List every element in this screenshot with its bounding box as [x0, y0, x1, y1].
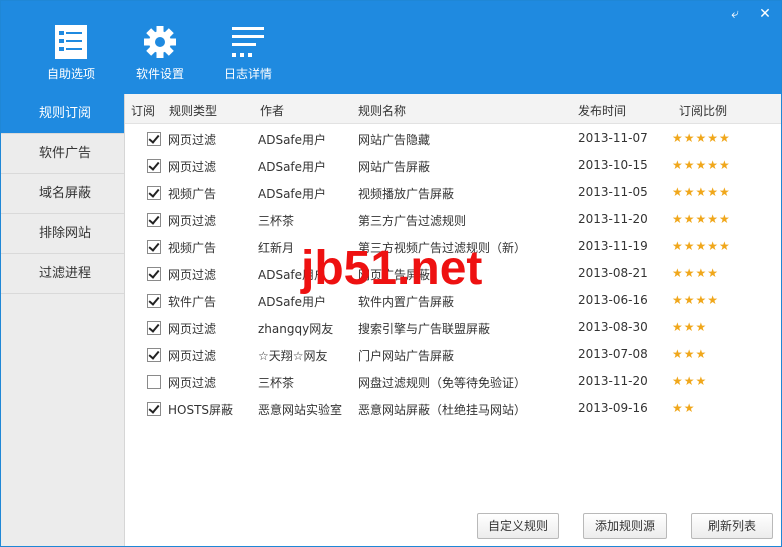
subscription-ratio-stars: ★★	[672, 401, 696, 415]
self-help-tool[interactable]: 自助选项	[31, 23, 111, 82]
subscription-ratio-stars: ★★★★★	[672, 185, 731, 199]
rule-type-cell: 视频广告	[168, 241, 217, 255]
author-cell: ADSafe用户	[258, 187, 327, 201]
rule-name-cell: 门户网站广告屏蔽	[358, 349, 455, 363]
subscribe-checkbox[interactable]	[147, 321, 161, 335]
software-settings-label: 软件设置	[135, 67, 184, 81]
author-cell: zhangqy网友	[258, 322, 334, 336]
watermark-logo: jb51.net	[301, 242, 483, 295]
rule-type-cell: 网页过滤	[168, 376, 217, 390]
rule-type-cell: 网页过滤	[168, 349, 217, 363]
refresh-list-button[interactable]: 刷新列表	[691, 513, 773, 539]
sidebar-item-software-ads[interactable]: 软件广告	[1, 134, 124, 174]
list-icon	[232, 27, 264, 57]
rule-name-cell: 网站广告隐藏	[358, 133, 431, 147]
author-cell: ADSafe用户	[258, 160, 327, 174]
custom-rule-button[interactable]: 自定义规则	[477, 513, 559, 539]
rule-name-cell: 搜索引擎与广告联盟屏蔽	[358, 322, 491, 336]
rule-type-cell: 软件广告	[168, 295, 217, 309]
author-cell: ☆天翔☆网友	[258, 349, 328, 363]
author-cell: 红新月	[258, 241, 295, 255]
column-header-rule-name[interactable]: 规则名称	[358, 102, 406, 119]
gear-icon	[144, 26, 176, 58]
subscribe-checkbox[interactable]	[147, 159, 161, 173]
sidebar-item-filter-process[interactable]: 过滤进程	[1, 254, 124, 294]
table-row[interactable]: 网页过滤 ADSafe用户 网站广告屏蔽 2013-10-15 ★★★★★	[125, 152, 781, 179]
column-header-subscribe[interactable]: 订阅	[131, 102, 155, 119]
rule-type-cell: HOSTS屏蔽	[168, 403, 234, 417]
rule-name-cell: 第三方广告过滤规则	[358, 214, 467, 228]
publish-date-cell: 2013-07-08	[578, 347, 648, 361]
subscription-ratio-stars: ★★★★★	[672, 158, 731, 172]
subscribe-checkbox[interactable]	[147, 132, 161, 146]
column-header-author[interactable]: 作者	[260, 102, 284, 119]
table-row[interactable]: 视频广告 ADSafe用户 视频播放广告屏蔽 2013-11-05 ★★★★★	[125, 179, 781, 206]
author-cell: 恶意网站实验室	[258, 403, 343, 417]
publish-date-cell: 2013-11-20	[578, 374, 648, 388]
subscribe-checkbox[interactable]	[147, 186, 161, 200]
sidebar-item-exclude-sites[interactable]: 排除网站	[1, 214, 124, 254]
subscribe-checkbox[interactable]	[147, 294, 161, 308]
rule-name-cell: 网盘过滤规则（免等待免验证）	[358, 376, 527, 390]
subscription-ratio-stars: ★★★★	[672, 266, 720, 280]
column-header-publish-date[interactable]: 发布时间	[578, 102, 626, 119]
table-header: 订阅 规则类型 作者 规则名称 发布时间 订阅比例	[125, 94, 781, 124]
subscribe-checkbox[interactable]	[147, 240, 161, 254]
back-icon[interactable]: ⤶	[727, 7, 743, 23]
subscribe-checkbox[interactable]	[147, 375, 161, 389]
log-details-label: 日志详情	[223, 67, 272, 81]
rule-type-cell: 网页过滤	[168, 268, 217, 282]
rule-type-cell: 网页过滤	[168, 160, 217, 174]
app-window: 自助选项 软件设置 日志详情 ⤶ ✕ 规则订阅 软件广告 域名屏蔽 排除网站 过…	[0, 0, 782, 547]
subscribe-checkbox[interactable]	[147, 267, 161, 281]
rule-type-cell: 视频广告	[168, 187, 217, 201]
publish-date-cell: 2013-11-20	[578, 212, 648, 226]
table-row[interactable]: 网页过滤 ADSafe用户 网站广告隐藏 2013-11-07 ★★★★★	[125, 125, 781, 152]
table-row[interactable]: 网页过滤 zhangqy网友 搜索引擎与广告联盟屏蔽 2013-08-30 ★★★	[125, 314, 781, 341]
table-row[interactable]: 网页过滤 三杯茶 第三方广告过滤规则 2013-11-20 ★★★★★	[125, 206, 781, 233]
author-cell: ADSafe用户	[258, 133, 327, 147]
sidebar: 规则订阅 软件广告 域名屏蔽 排除网站 过滤进程	[1, 94, 125, 546]
publish-date-cell: 2013-11-19	[578, 239, 648, 253]
subscription-ratio-stars: ★★★	[672, 347, 708, 361]
table-row[interactable]: 网页过滤 三杯茶 网盘过滤规则（免等待免验证） 2013-11-20 ★★★	[125, 368, 781, 395]
publish-date-cell: 2013-08-30	[578, 320, 648, 334]
rule-type-cell: 网页过滤	[168, 322, 217, 336]
rule-name-cell: 视频播放广告屏蔽	[358, 187, 455, 201]
self-help-label: 自助选项	[46, 67, 95, 81]
column-header-rule-type[interactable]: 规则类型	[169, 102, 217, 119]
subscription-ratio-stars: ★★★	[672, 320, 708, 334]
software-settings-tool[interactable]: 软件设置	[120, 23, 200, 82]
author-cell: 三杯茶	[258, 376, 295, 390]
subscribe-checkbox[interactable]	[147, 402, 161, 416]
rule-name-cell: 恶意网站屏蔽（杜绝挂马网站）	[358, 403, 527, 417]
publish-date-cell: 2013-11-07	[578, 131, 648, 145]
sidebar-item-domain-block[interactable]: 域名屏蔽	[1, 174, 124, 214]
close-icon[interactable]: ✕	[757, 7, 773, 23]
subscribe-checkbox[interactable]	[147, 348, 161, 362]
author-cell: 三杯茶	[258, 214, 295, 228]
subscription-ratio-stars: ★★★★★	[672, 131, 731, 145]
log-details-tool[interactable]: 日志详情	[208, 23, 288, 82]
table-row[interactable]: HOSTS屏蔽 恶意网站实验室 恶意网站屏蔽（杜绝挂马网站） 2013-09-16 ★★	[125, 395, 781, 422]
rule-type-cell: 网页过滤	[168, 133, 217, 147]
subscription-ratio-stars: ★★★★	[672, 293, 720, 307]
subscription-ratio-stars: ★★★★★	[672, 239, 731, 253]
publish-date-cell: 2013-08-21	[578, 266, 648, 280]
publish-date-cell: 2013-10-15	[578, 158, 648, 172]
rule-type-cell: 网页过滤	[168, 214, 217, 228]
rule-name-cell: 网站广告屏蔽	[358, 160, 431, 174]
table-row[interactable]: 网页过滤 ☆天翔☆网友 门户网站广告屏蔽 2013-07-08 ★★★	[125, 341, 781, 368]
publish-date-cell: 2013-06-16	[578, 293, 648, 307]
publish-date-cell: 2013-11-05	[578, 185, 648, 199]
subscribe-checkbox[interactable]	[147, 213, 161, 227]
sidebar-item-rule-subscription[interactable]: 规则订阅	[1, 94, 124, 134]
checklist-icon	[55, 25, 87, 59]
subscription-ratio-stars: ★★★★★	[672, 212, 731, 226]
add-rule-source-button[interactable]: 添加规则源	[583, 513, 667, 539]
publish-date-cell: 2013-09-16	[578, 401, 648, 415]
subscription-ratio-stars: ★★★	[672, 374, 708, 388]
top-toolbar: 自助选项 软件设置 日志详情 ⤶ ✕	[1, 1, 781, 94]
column-header-subscription-ratio[interactable]: 订阅比例	[679, 102, 727, 119]
